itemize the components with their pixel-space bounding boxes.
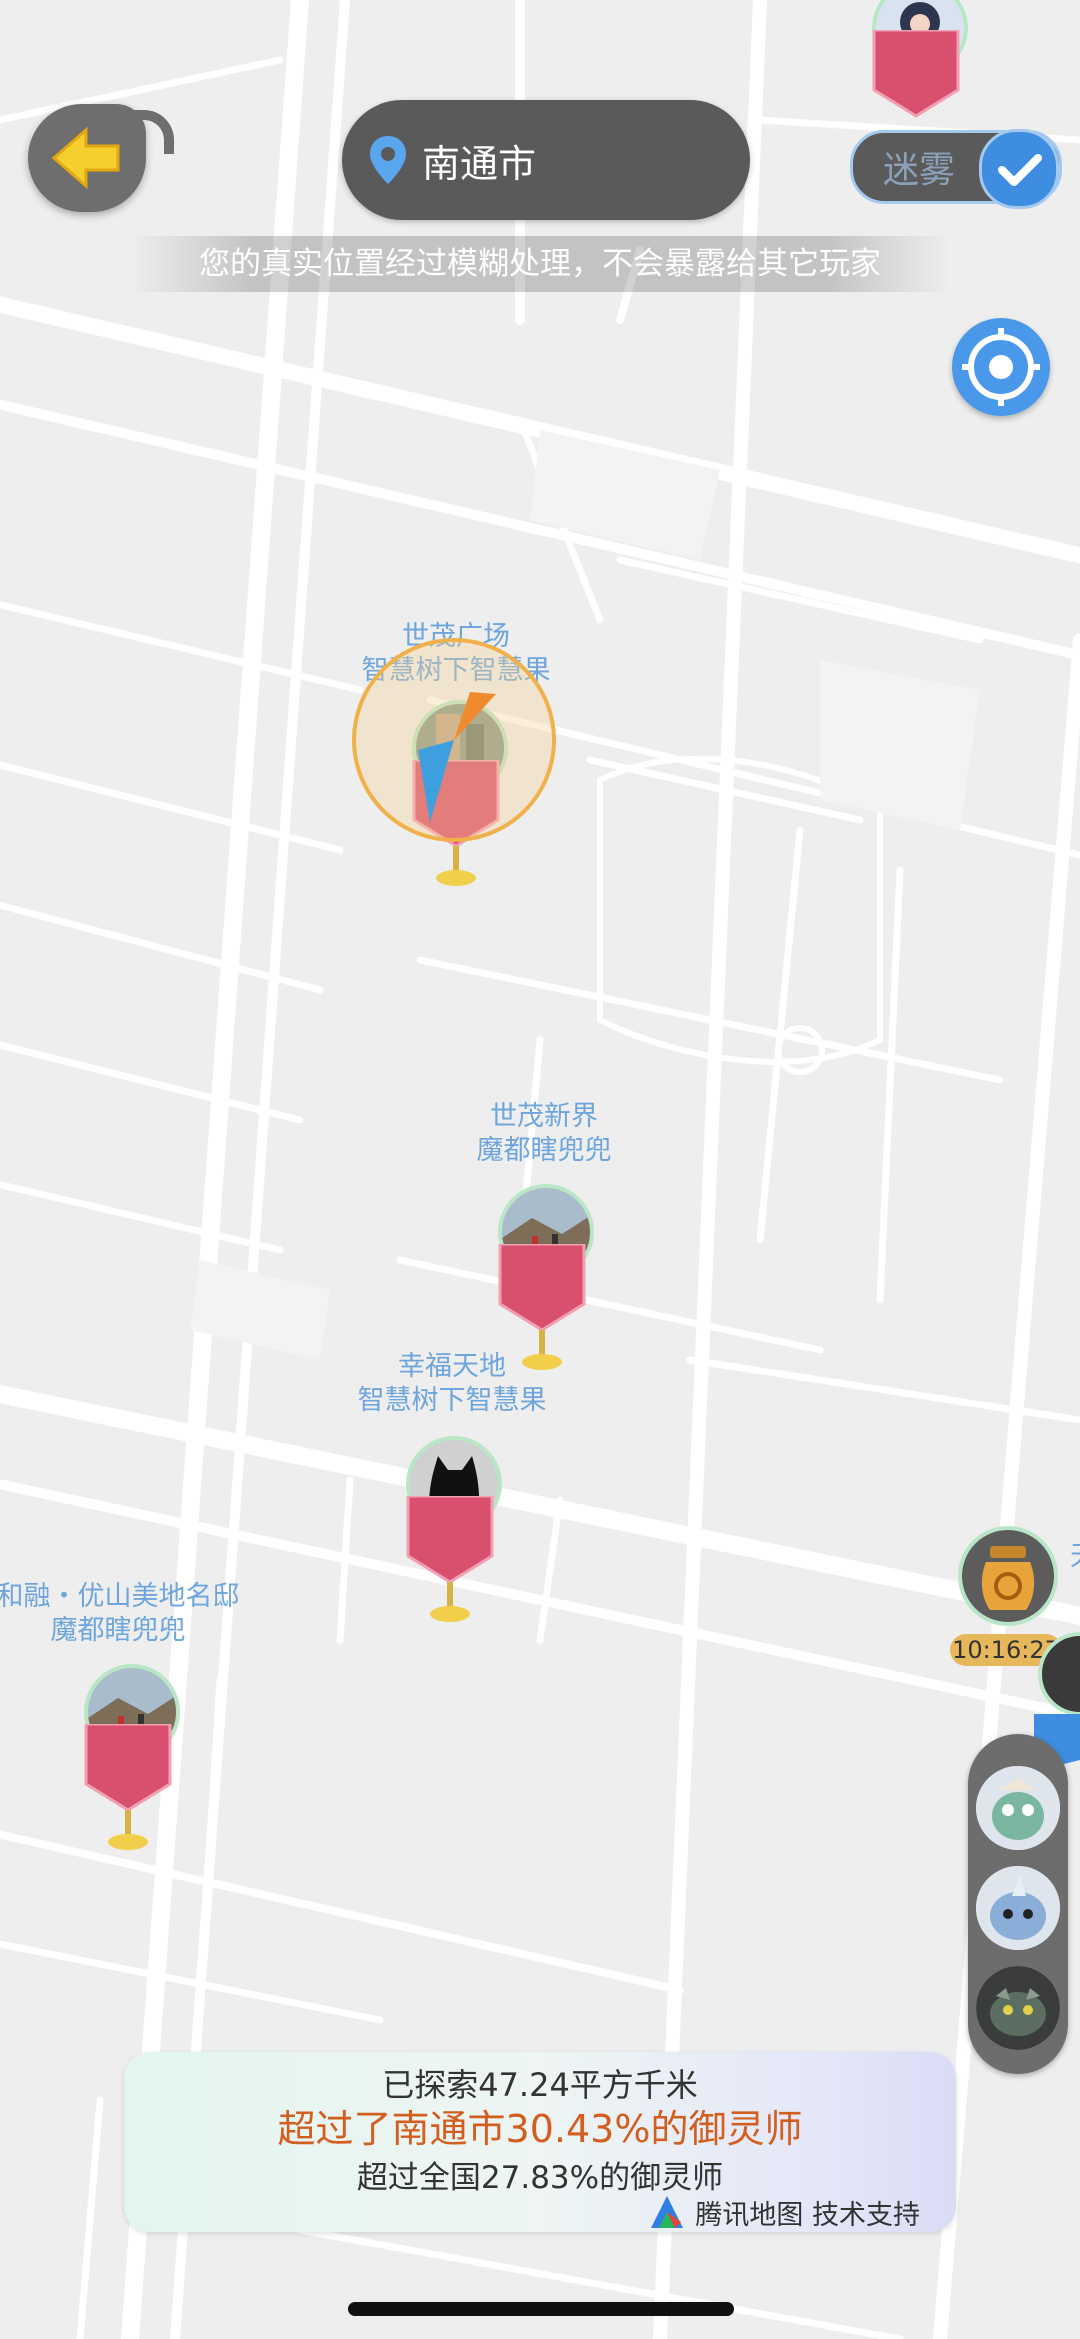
marker-place-name: 世茂新界 bbox=[490, 1101, 598, 1132]
back-button[interactable] bbox=[28, 104, 174, 212]
pet-avatar[interactable] bbox=[976, 1866, 1060, 1950]
location-pin-icon bbox=[370, 136, 406, 184]
marker-label-partial: 天地 bbox=[1070, 1540, 1080, 1574]
pet-avatar[interactable] bbox=[976, 1966, 1060, 2050]
map-credit[interactable]: 腾讯地图 技术支持 bbox=[647, 2192, 920, 2232]
map-credit-text: 腾讯地图 技术支持 bbox=[695, 2199, 920, 2231]
marker-label-xingfu-tiandi: 幸福天地 智慧树下智慧果 bbox=[358, 1350, 547, 1418]
map-canvas[interactable] bbox=[0, 0, 1080, 2339]
fog-toggle[interactable]: 迷雾 bbox=[850, 129, 1062, 209]
city-name: 南通市 bbox=[422, 141, 537, 186]
compass-icon bbox=[352, 638, 556, 842]
fog-toggle-label: 迷雾 bbox=[883, 150, 956, 191]
tencent-map-logo-icon bbox=[651, 2196, 684, 2228]
exploration-stats-card: 已探索47.24平方千米 超过了南通市30.43%的御灵师 超过全国27.83%… bbox=[124, 2052, 956, 2232]
marker-owner-name: 智慧树下智慧果 bbox=[357, 1385, 547, 1416]
marker-owner-name: 魔都瞎兜兜 bbox=[50, 1615, 186, 1646]
partial-label-text: 天地 bbox=[1070, 1541, 1080, 1572]
marker-label-herong-youshan: 和融・优山美地名邸 魔都瞎兜兜 bbox=[0, 1580, 240, 1648]
marker-place-name: 和融・优山美地名邸 bbox=[0, 1581, 240, 1612]
banner-icon bbox=[84, 1724, 172, 1850]
fog-checkbox[interactable] bbox=[979, 129, 1059, 209]
map-marker-xingfu-tiandi[interactable] bbox=[402, 1436, 502, 1626]
marker-label-shimao-xinjie: 世茂新界 魔都瞎兜兜 bbox=[477, 1100, 612, 1168]
back-arrow-icon bbox=[51, 126, 120, 190]
jar-icon bbox=[958, 1526, 1058, 1626]
pet-list-panel[interactable] bbox=[968, 1734, 1068, 2074]
marker-owner-name: 魔都瞎兜兜 bbox=[476, 1135, 612, 1166]
national-rank-text: 超过全国27.83%的御灵师 bbox=[356, 2160, 724, 2196]
map-marker-shimao-xinjie[interactable] bbox=[494, 1184, 594, 1374]
checkmark-icon bbox=[998, 154, 1042, 186]
top-player-marker[interactable] bbox=[868, 0, 968, 130]
privacy-notice: 您的真实位置经过模糊处理，不会暴露给其它玩家 bbox=[130, 236, 950, 292]
home-indicator[interactable] bbox=[348, 2302, 734, 2316]
map-marker-herong-youshan[interactable] bbox=[80, 1664, 180, 1854]
locate-button[interactable] bbox=[952, 318, 1050, 416]
pet-avatar[interactable] bbox=[976, 1766, 1060, 1850]
locate-target-icon bbox=[962, 328, 1040, 406]
timed-marker-jar[interactable] bbox=[956, 1524, 1060, 1628]
marker-place-name: 幸福天地 bbox=[398, 1351, 506, 1382]
banner-icon bbox=[406, 1496, 494, 1622]
city-selector[interactable]: 南通市 bbox=[342, 100, 750, 220]
city-rank-text: 超过了南通市30.43%的御灵师 bbox=[277, 2107, 803, 2151]
banner-icon bbox=[872, 30, 960, 118]
